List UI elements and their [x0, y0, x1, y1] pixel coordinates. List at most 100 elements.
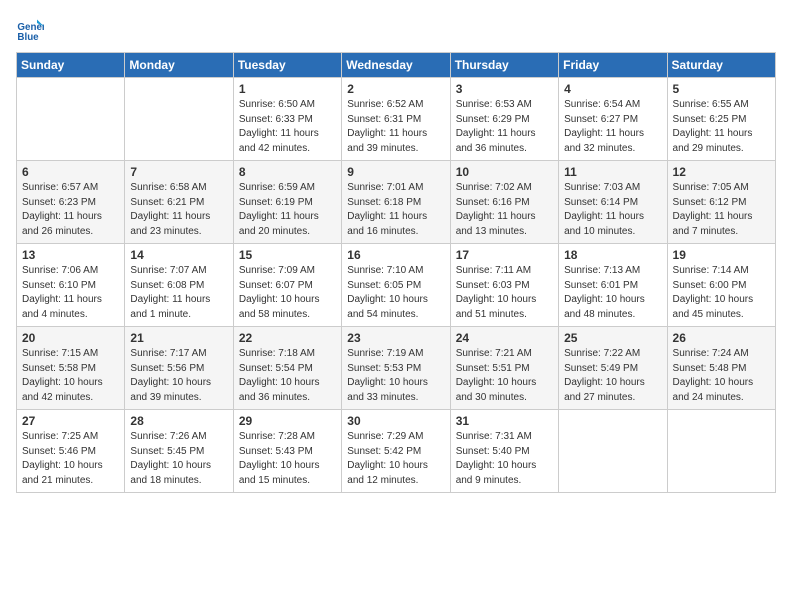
day-info: Sunrise: 6:57 AMSunset: 6:23 PMDaylight:…: [22, 181, 119, 239]
day-info: Sunrise: 6:52 AMSunset: 6:31 PMDaylight:…: [347, 98, 444, 156]
weekday-header: Sunday: [17, 53, 125, 78]
day-info: Sunrise: 7:07 AMSunset: 6:08 PMDaylight:…: [130, 264, 227, 322]
day-number: 14: [130, 248, 227, 262]
calendar-cell: [125, 78, 233, 161]
day-info: Sunrise: 7:13 AMSunset: 6:01 PMDaylight:…: [564, 264, 661, 322]
day-number: 29: [239, 414, 336, 428]
day-info: Sunrise: 6:53 AMSunset: 6:29 PMDaylight:…: [456, 98, 553, 156]
calendar-cell: 22 Sunrise: 7:18 AMSunset: 5:54 PMDayligh…: [233, 327, 341, 410]
svg-text:Blue: Blue: [17, 32, 39, 43]
day-number: 1: [239, 82, 336, 96]
weekday-header: Thursday: [450, 53, 558, 78]
weekday-header: Wednesday: [342, 53, 450, 78]
day-number: 22: [239, 331, 336, 345]
day-number: 12: [673, 165, 770, 179]
calendar-cell: 25 Sunrise: 7:22 AMSunset: 5:49 PMDayligh…: [559, 327, 667, 410]
day-info: Sunrise: 6:54 AMSunset: 6:27 PMDaylight:…: [564, 98, 661, 156]
day-info: Sunrise: 7:25 AMSunset: 5:46 PMDaylight:…: [22, 430, 119, 488]
calendar-week-row: 27 Sunrise: 7:25 AMSunset: 5:46 PMDayligh…: [17, 410, 776, 493]
weekday-header: Tuesday: [233, 53, 341, 78]
day-number: 25: [564, 331, 661, 345]
calendar-cell: 6 Sunrise: 6:57 AMSunset: 6:23 PMDaylight…: [17, 161, 125, 244]
day-info: Sunrise: 7:28 AMSunset: 5:43 PMDaylight:…: [239, 430, 336, 488]
day-info: Sunrise: 6:55 AMSunset: 6:25 PMDaylight:…: [673, 98, 770, 156]
day-info: Sunrise: 6:59 AMSunset: 6:19 PMDaylight:…: [239, 181, 336, 239]
day-number: 28: [130, 414, 227, 428]
calendar-cell: 31Sunrise: 7:31 AMSunset: 5:40 PMDayligh…: [450, 410, 558, 493]
day-number: 31: [456, 414, 553, 428]
calendar-cell: 24 Sunrise: 7:21 AMSunset: 5:51 PMDayligh…: [450, 327, 558, 410]
day-number: 4: [564, 82, 661, 96]
day-info: Sunrise: 7:24 AMSunset: 5:48 PMDaylight:…: [673, 347, 770, 405]
calendar-table: SundayMondayTuesdayWednesdayThursdayFrid…: [16, 52, 776, 493]
calendar-cell: 10 Sunrise: 7:02 AMSunset: 6:16 PMDayligh…: [450, 161, 558, 244]
day-info: Sunrise: 7:21 AMSunset: 5:51 PMDaylight:…: [456, 347, 553, 405]
calendar-cell: 18 Sunrise: 7:13 AMSunset: 6:01 PMDayligh…: [559, 244, 667, 327]
day-info: Sunrise: 7:29 AMSunset: 5:42 PMDaylight:…: [347, 430, 444, 488]
calendar-cell: 4 Sunrise: 6:54 AMSunset: 6:27 PMDaylight…: [559, 78, 667, 161]
day-number: 6: [22, 165, 119, 179]
day-info: Sunrise: 7:06 AMSunset: 6:10 PMDaylight:…: [22, 264, 119, 322]
day-info: Sunrise: 7:05 AMSunset: 6:12 PMDaylight:…: [673, 181, 770, 239]
day-info: Sunrise: 7:11 AMSunset: 6:03 PMDaylight:…: [456, 264, 553, 322]
day-info: Sunrise: 7:10 AMSunset: 6:05 PMDaylight:…: [347, 264, 444, 322]
day-number: 8: [239, 165, 336, 179]
calendar-cell: 14 Sunrise: 7:07 AMSunset: 6:08 PMDayligh…: [125, 244, 233, 327]
calendar-cell: 13 Sunrise: 7:06 AMSunset: 6:10 PMDayligh…: [17, 244, 125, 327]
day-number: 7: [130, 165, 227, 179]
calendar-cell: [667, 410, 775, 493]
day-number: 26: [673, 331, 770, 345]
day-info: Sunrise: 7:26 AMSunset: 5:45 PMDaylight:…: [130, 430, 227, 488]
day-number: 16: [347, 248, 444, 262]
calendar-cell: 9 Sunrise: 7:01 AMSunset: 6:18 PMDaylight…: [342, 161, 450, 244]
calendar-cell: 21 Sunrise: 7:17 AMSunset: 5:56 PMDayligh…: [125, 327, 233, 410]
day-number: 30: [347, 414, 444, 428]
calendar-cell: 8 Sunrise: 6:59 AMSunset: 6:19 PMDaylight…: [233, 161, 341, 244]
day-number: 15: [239, 248, 336, 262]
day-info: Sunrise: 6:50 AMSunset: 6:33 PMDaylight:…: [239, 98, 336, 156]
calendar-cell: 7 Sunrise: 6:58 AMSunset: 6:21 PMDaylight…: [125, 161, 233, 244]
day-info: Sunrise: 7:14 AMSunset: 6:00 PMDaylight:…: [673, 264, 770, 322]
calendar-cell: 17Sunrise: 7:11 AMSunset: 6:03 PMDayligh…: [450, 244, 558, 327]
day-number: 2: [347, 82, 444, 96]
day-info: Sunrise: 7:09 AMSunset: 6:07 PMDaylight:…: [239, 264, 336, 322]
calendar-cell: 20Sunrise: 7:15 AMSunset: 5:58 PMDayligh…: [17, 327, 125, 410]
day-number: 18: [564, 248, 661, 262]
calendar-week-row: 6 Sunrise: 6:57 AMSunset: 6:23 PMDaylight…: [17, 161, 776, 244]
calendar-cell: 16 Sunrise: 7:10 AMSunset: 6:05 PMDayligh…: [342, 244, 450, 327]
day-info: Sunrise: 7:03 AMSunset: 6:14 PMDaylight:…: [564, 181, 661, 239]
page-header: General Blue: [16, 16, 776, 44]
day-number: 19: [673, 248, 770, 262]
calendar-cell: 26 Sunrise: 7:24 AMSunset: 5:48 PMDayligh…: [667, 327, 775, 410]
day-number: 5: [673, 82, 770, 96]
day-info: Sunrise: 6:58 AMSunset: 6:21 PMDaylight:…: [130, 181, 227, 239]
day-number: 27: [22, 414, 119, 428]
day-info: Sunrise: 7:22 AMSunset: 5:49 PMDaylight:…: [564, 347, 661, 405]
day-number: 24: [456, 331, 553, 345]
day-info: Sunrise: 7:18 AMSunset: 5:54 PMDaylight:…: [239, 347, 336, 405]
day-number: 9: [347, 165, 444, 179]
calendar-cell: 2 Sunrise: 6:52 AMSunset: 6:31 PMDaylight…: [342, 78, 450, 161]
calendar-cell: [559, 410, 667, 493]
day-info: Sunrise: 7:01 AMSunset: 6:18 PMDaylight:…: [347, 181, 444, 239]
calendar-cell: 3Sunrise: 6:53 AMSunset: 6:29 PMDaylight…: [450, 78, 558, 161]
calendar-cell: 30 Sunrise: 7:29 AMSunset: 5:42 PMDayligh…: [342, 410, 450, 493]
day-info: Sunrise: 7:17 AMSunset: 5:56 PMDaylight:…: [130, 347, 227, 405]
calendar-cell: 12 Sunrise: 7:05 AMSunset: 6:12 PMDayligh…: [667, 161, 775, 244]
calendar-week-row: 1 Sunrise: 6:50 AMSunset: 6:33 PMDaylight…: [17, 78, 776, 161]
calendar-cell: 11Sunrise: 7:03 AMSunset: 6:14 PMDayligh…: [559, 161, 667, 244]
day-info: Sunrise: 7:19 AMSunset: 5:53 PMDaylight:…: [347, 347, 444, 405]
logo-icon: General Blue: [16, 16, 44, 44]
day-number: 13: [22, 248, 119, 262]
day-number: 21: [130, 331, 227, 345]
calendar-week-row: 13 Sunrise: 7:06 AMSunset: 6:10 PMDayligh…: [17, 244, 776, 327]
calendar-cell: 27 Sunrise: 7:25 AMSunset: 5:46 PMDayligh…: [17, 410, 125, 493]
day-number: 10: [456, 165, 553, 179]
calendar-cell: 5 Sunrise: 6:55 AMSunset: 6:25 PMDaylight…: [667, 78, 775, 161]
weekday-header: Saturday: [667, 53, 775, 78]
calendar-cell: 28 Sunrise: 7:26 AMSunset: 5:45 PMDayligh…: [125, 410, 233, 493]
logo: General Blue: [16, 16, 48, 44]
calendar-cell: 15 Sunrise: 7:09 AMSunset: 6:07 PMDayligh…: [233, 244, 341, 327]
weekday-header: Friday: [559, 53, 667, 78]
day-info: Sunrise: 7:02 AMSunset: 6:16 PMDaylight:…: [456, 181, 553, 239]
